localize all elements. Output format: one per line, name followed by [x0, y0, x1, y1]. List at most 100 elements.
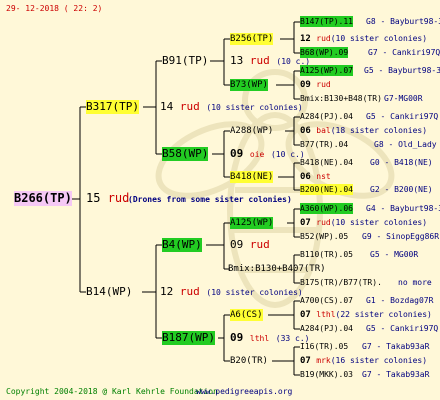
gen4-queen-5[interactable]: A284(PJ).04: [300, 111, 353, 122]
pedigree-chart: { "header": { "date": "29- 12-2018 ( 22:…: [0, 0, 440, 400]
gen4-info-10: G9 - SinopEgg86R: [362, 232, 440, 241]
gen3-queen-1[interactable]: B256(TP): [230, 33, 274, 45]
gen2-num-2: 09: [230, 147, 244, 160]
gen4-queen-3[interactable]: A125(WP).07: [300, 65, 353, 76]
root-num: 15: [86, 191, 101, 205]
gen3-num-2: 09: [300, 80, 311, 90]
gen2-stats-3: 09 rud: [230, 238, 270, 252]
gen3-word-7: lthl: [316, 310, 336, 319]
gen4-info-13: G1 - Bozdag07R: [366, 296, 434, 305]
gen2-word-1: rud: [249, 54, 270, 67]
gen3-stats-1: 12 rud(10 sister colonies): [300, 33, 427, 45]
root-word: rud: [107, 191, 130, 205]
gen3-queen-2[interactable]: B73(WP): [230, 79, 268, 91]
gen3-queen-8[interactable]: B20(TR): [230, 355, 268, 367]
gen4-queen-4[interactable]: Bmix:B130+B48(TR): [300, 93, 382, 104]
website-link[interactable]: www.pedigreeapis.org: [196, 386, 292, 397]
gen3-word-3: bal: [316, 126, 331, 135]
gen4-queen-12[interactable]: B175(TR)/B77(TR).: [300, 277, 382, 288]
gen4-queen-8[interactable]: B200(NE).04: [300, 184, 353, 195]
gen4-queen-11[interactable]: B110(TR).05: [300, 249, 353, 260]
gen3-word-2: rud: [316, 80, 331, 89]
gen2-stats-2: 09 oie (10 c.): [230, 147, 305, 161]
gen2-num-4: 09: [230, 331, 244, 344]
gen3-note-1: (10 sister colonies): [330, 34, 428, 43]
gen2-num-1: 13: [230, 54, 244, 67]
gen3-note-5: (10 sister colonies): [330, 218, 428, 227]
gen1-stats-2: 12 rud (10 sister colonies): [160, 285, 303, 299]
gen3-num-3: 06: [300, 126, 311, 136]
gen2-stats-1: 13 rud (10 c.): [230, 54, 310, 68]
gen1-word-1: rud: [179, 100, 200, 113]
gen3-queen-5[interactable]: A125(WP): [230, 217, 274, 229]
gen4-info-7: G0 - B418(NE): [370, 158, 433, 167]
gen4-info-16: G7 - Takab93aR: [362, 370, 430, 379]
gen2-num-3: 09: [230, 238, 244, 251]
gen4-info-8: G2 - B200(NE): [370, 185, 433, 194]
gen4-info-6: G8 - Old_Lady: [374, 140, 437, 149]
gen4-info-11: G5 - MG00R: [370, 250, 419, 259]
root-stats: 15 rud: [86, 191, 129, 206]
gen3-queen-3[interactable]: A288(WP): [230, 125, 273, 137]
gen4-queen-2[interactable]: B68(WP).09: [300, 47, 349, 58]
gen3-note-3: (18 sister colonies): [330, 126, 428, 135]
gen3-note-8: (16 sister colonies): [330, 356, 428, 365]
gen4-info-15: G7 - Takab93aR: [362, 342, 430, 351]
gen3-note-7: (22 sister colonies): [335, 310, 432, 319]
gen3-stats-8: 07 mrk(16 sister colonies): [300, 355, 427, 367]
root-queen[interactable]: B266(TP): [14, 191, 72, 206]
print-date: 29- 12-2018 ( 22: 2): [6, 4, 103, 13]
gen4-queen-16[interactable]: B19(MKK).03: [300, 369, 353, 380]
gen4-queen-13[interactable]: A700(CS).07: [300, 295, 353, 306]
gen4-queen-15[interactable]: I16(TR).05: [300, 341, 348, 352]
gen1-word-2: rud: [179, 285, 200, 298]
gen3-word-4: nst: [316, 172, 331, 181]
gen3-stats-3: 06 bal(18 sister colonies): [300, 125, 427, 137]
gen2-queen-4[interactable]: B187(WP): [162, 331, 215, 345]
gen4-queen-6[interactable]: B77(TR).04: [300, 139, 348, 150]
gen4-info-4: G7-MG00R: [384, 94, 423, 103]
gen1-note-2: (10 sister colonies): [206, 288, 303, 297]
root-note: (Drones from some sister colonies): [128, 195, 292, 204]
gen4-queen-10[interactable]: B52(WP).05: [300, 231, 348, 242]
gen2-queen-2[interactable]: B58(WP): [162, 147, 209, 161]
gen3-word-8: mrk: [316, 356, 331, 365]
gen4-info-5: G5 - Cankiri97Q: [366, 112, 439, 121]
gen1-queen-1[interactable]: B317(TP): [86, 100, 139, 114]
gen2-word-3: rud: [249, 238, 270, 251]
gen4-info-2: G7 - Cankiri97Q: [368, 48, 440, 57]
gen1-num-2: 12: [160, 285, 174, 298]
gen3-stats-2: 09 rud: [300, 79, 331, 91]
gen3-word-1: rud: [316, 34, 331, 43]
gen3-num-4: 06: [300, 172, 311, 182]
gen4-queen-7[interactable]: B418(NE).04: [300, 157, 353, 168]
gen3-queen-4[interactable]: B418(NE): [230, 171, 274, 183]
copyright: Copyright 2004-2018 @ Karl Kehrle Founda…: [6, 387, 218, 396]
gen4-info-3: G5 - Bayburt98-3: [364, 66, 440, 75]
gen1-stats-1: 14 rud (10 sister colonies): [160, 100, 303, 114]
gen3-stats-7: 07 lthl(22 sister colonies): [300, 309, 432, 321]
gen1-note-1: (10 sister colonies): [206, 103, 303, 112]
gen3-word-5: rud: [316, 218, 331, 227]
gen2-queen-1[interactable]: B91(TP): [162, 54, 208, 68]
gen1-queen-2[interactable]: B14(WP): [86, 285, 132, 299]
gen3-queen-6[interactable]: Bmix:B130+B407(TR): [228, 263, 326, 275]
gen3-num-1: 12: [300, 34, 311, 44]
gen3-num-8: 07: [300, 356, 311, 366]
gen3-stats-5: 07 rud(10 sister colonies): [300, 217, 427, 229]
gen4-queen-9[interactable]: A360(WP).06: [300, 203, 353, 214]
gen3-stats-4: 06 nst: [300, 171, 331, 183]
gen4-queen-14[interactable]: A284(PJ).04: [300, 323, 353, 334]
gen4-info-12: no more: [398, 278, 432, 287]
gen2-word-2: oie: [249, 150, 265, 159]
gen2-word-4: lthl: [249, 334, 270, 343]
gen2-queen-3[interactable]: B4(WP): [162, 238, 202, 252]
gen3-num-5: 07: [300, 218, 311, 228]
gen4-queen-1[interactable]: B147(TP).11: [300, 16, 353, 27]
gen3-queen-7[interactable]: A6(CS): [230, 309, 263, 321]
gen4-info-1: G8 - Bayburt98-3: [366, 17, 440, 26]
gen4-info-14: G5 - Cankiri97Q: [366, 324, 439, 333]
gen3-num-7: 07: [300, 310, 311, 320]
gen1-num-1: 14: [160, 100, 174, 113]
gen4-info-9: G4 - Bayburt98-3: [366, 204, 440, 213]
